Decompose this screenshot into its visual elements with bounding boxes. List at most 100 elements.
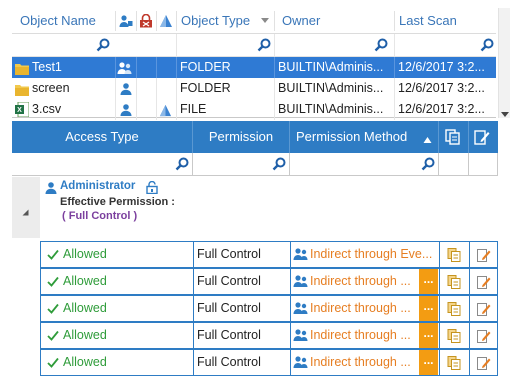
permission-cell: Full Control xyxy=(193,295,290,322)
folder-icon xyxy=(15,61,29,75)
permission-row[interactable]: Allowed Full Control Indirect through ..… xyxy=(12,268,498,295)
permission-method-label[interactable]: Indirect through ... xyxy=(310,323,418,348)
column-separator xyxy=(438,121,439,153)
filter-cell[interactable] xyxy=(290,153,439,176)
search-icon[interactable] xyxy=(257,38,271,52)
permission-row[interactable]: Allowed Full Control Indirect through ..… xyxy=(12,349,498,376)
permission-row[interactable]: Allowed Full Control Indirect through Ev… xyxy=(12,241,498,268)
column-header-access-type[interactable]: Access Type xyxy=(12,121,192,153)
copy-cell xyxy=(439,322,469,349)
access-type-label: Allowed xyxy=(63,274,107,288)
column-separator xyxy=(115,11,116,31)
checkmark-icon xyxy=(47,303,59,314)
warning-icon xyxy=(159,103,172,117)
column-separator xyxy=(468,121,469,153)
copy-document-icon[interactable] xyxy=(447,329,461,343)
column-header-permission-method[interactable]: Permission Method xyxy=(290,121,420,153)
column-header-object-name[interactable]: Object Name xyxy=(20,8,112,34)
permission-method-label[interactable]: Indirect through Eve... xyxy=(310,242,436,267)
permission-group-row[interactable]: Administrator Effective Permission : ( F… xyxy=(12,177,498,238)
vertical-scrollbar[interactable] xyxy=(498,8,510,118)
copy-document-icon[interactable] xyxy=(445,129,461,145)
permission-label: Full Control xyxy=(197,247,261,261)
copy-cell xyxy=(439,295,469,322)
unlock-icon[interactable] xyxy=(146,180,158,195)
checkmark-icon xyxy=(47,357,59,368)
user-group-icon xyxy=(293,274,309,288)
permission-row[interactable]: Allowed Full Control Indirect through ..… xyxy=(12,295,498,322)
filter-cell xyxy=(439,153,469,176)
owner-cell: BUILTIN\Adminis... xyxy=(278,102,384,116)
object-grid-header: Object Name Object Type Owner Last Scan xyxy=(12,8,496,34)
user-icon xyxy=(119,82,133,96)
column-separator xyxy=(136,11,137,31)
copy-document-icon[interactable] xyxy=(447,356,461,370)
user-group-icon xyxy=(293,301,309,315)
permission-row[interactable]: Allowed Full Control Indirect through ..… xyxy=(12,322,498,349)
user-icon xyxy=(44,181,58,195)
filter-cell[interactable] xyxy=(12,153,193,176)
sort-ascending-icon[interactable] xyxy=(423,133,432,143)
filter-cell[interactable] xyxy=(193,153,290,176)
user-group-icon xyxy=(293,247,309,261)
permission-method-label[interactable]: Indirect through ... xyxy=(310,269,418,294)
table-row[interactable]: screen FOLDER BUILTIN\Adminis... 12/6/20… xyxy=(12,78,496,99)
object-name-cell: 3.csv xyxy=(32,102,62,116)
permission-method-label[interactable]: Indirect through ... xyxy=(310,296,418,321)
search-icon[interactable] xyxy=(272,157,286,171)
object-type-cell: FOLDER xyxy=(180,81,231,95)
edit-icon[interactable] xyxy=(474,129,490,145)
permission-method-cell: Indirect through ... ... xyxy=(290,349,439,376)
user-group-icon[interactable] xyxy=(119,14,133,28)
column-header-object-type[interactable]: Object Type xyxy=(181,8,256,34)
access-type-label: Allowed xyxy=(63,328,107,342)
permission-cell: Full Control xyxy=(193,241,290,268)
column-separator xyxy=(176,11,177,31)
permission-label: Full Control xyxy=(197,355,261,369)
permission-method-cell: Indirect through Eve... xyxy=(290,241,439,268)
column-header-permission[interactable]: Permission xyxy=(193,121,289,153)
collapse-arrow-icon[interactable] xyxy=(22,205,29,216)
column-header-last-scan[interactable]: Last Scan xyxy=(399,8,494,34)
column-separator xyxy=(274,99,275,120)
permission-method-label[interactable]: Indirect through ... xyxy=(310,350,418,375)
group-expander[interactable] xyxy=(12,177,40,238)
column-separator xyxy=(394,11,395,31)
search-icon[interactable] xyxy=(96,38,110,52)
edit-icon[interactable] xyxy=(477,302,491,316)
permission-label: Full Control xyxy=(197,328,261,342)
search-icon[interactable] xyxy=(480,38,494,52)
more-options-button[interactable]: ... xyxy=(419,296,438,321)
search-icon[interactable] xyxy=(421,157,435,171)
table-row[interactable]: Test1 FOLDER BUILTIN\Adminis... 12/6/201… xyxy=(12,57,496,78)
column-separator xyxy=(136,99,137,120)
copy-document-icon[interactable] xyxy=(447,302,461,316)
user-group-icon xyxy=(117,61,133,75)
edit-icon[interactable] xyxy=(477,275,491,289)
last-scan-cell: 12/6/2017 3:2... xyxy=(398,81,485,95)
user-group-icon xyxy=(293,355,309,369)
column-header-owner[interactable]: Owner xyxy=(282,8,382,34)
column-separator xyxy=(136,57,137,78)
search-icon[interactable] xyxy=(175,157,189,171)
more-options-button[interactable]: ... xyxy=(419,269,438,294)
permissions-filter-row xyxy=(12,153,498,176)
lock-icon[interactable] xyxy=(139,13,153,28)
search-icon[interactable] xyxy=(374,38,388,52)
edit-cell xyxy=(469,268,498,295)
more-options-button[interactable]: ... xyxy=(419,350,438,375)
more-options-button[interactable]: ... xyxy=(419,323,438,348)
table-row[interactable]: X 3.csv FILE BUILTIN\Adminis... 12/6/201… xyxy=(12,99,496,120)
permission-method-cell: Indirect through ... ... xyxy=(290,322,439,349)
copy-document-icon[interactable] xyxy=(447,248,461,262)
filter-dropdown-icon[interactable] xyxy=(260,14,270,24)
edit-icon[interactable] xyxy=(477,329,491,343)
edit-icon[interactable] xyxy=(477,248,491,262)
edit-icon[interactable] xyxy=(477,356,491,370)
column-separator xyxy=(176,99,177,120)
scroll-down-arrow-icon[interactable] xyxy=(501,107,509,117)
warning-icon[interactable] xyxy=(159,14,173,28)
last-scan-cell: 12/6/2017 3:2... xyxy=(398,102,485,116)
copy-document-icon[interactable] xyxy=(447,275,461,289)
access-type-cell: Allowed xyxy=(40,349,193,376)
